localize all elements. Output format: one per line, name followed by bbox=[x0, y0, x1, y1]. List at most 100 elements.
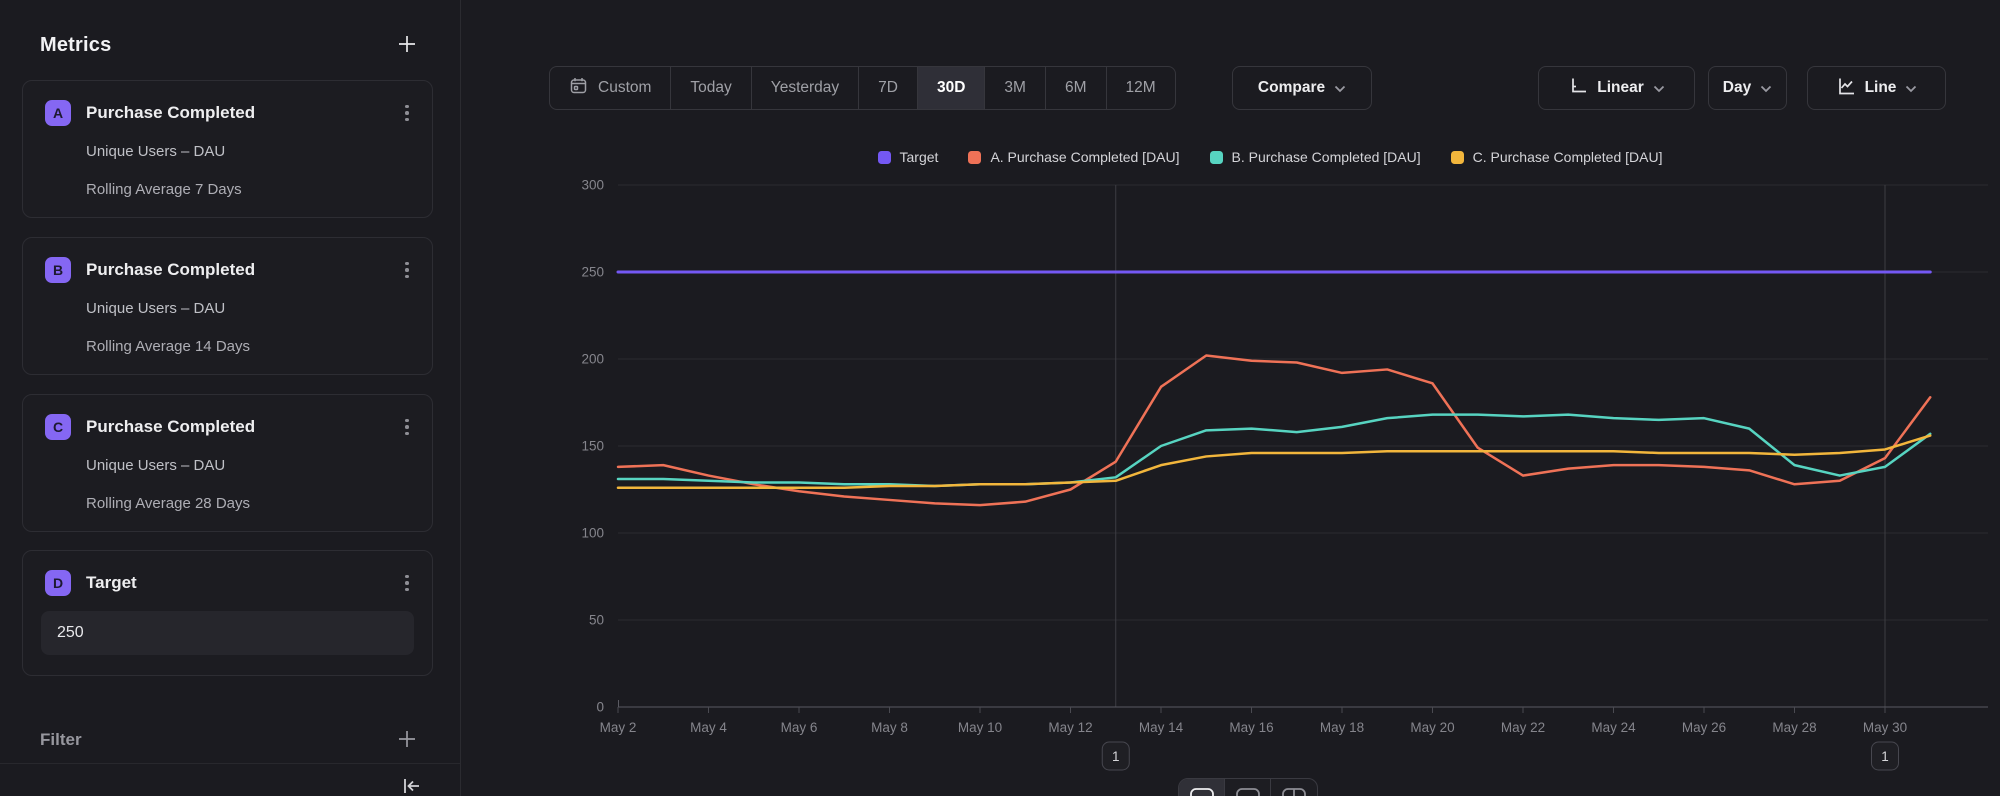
annotation-chip-label: 1 bbox=[1112, 749, 1120, 764]
range-custom[interactable]: Custom bbox=[550, 67, 671, 109]
x-axis-tick-label: May 8 bbox=[871, 720, 908, 735]
view-toggle-control bbox=[1178, 778, 1318, 796]
table-view-icon bbox=[1281, 787, 1307, 796]
chart-view-icon bbox=[1189, 787, 1215, 796]
collapse-sidebar-button[interactable] bbox=[398, 774, 424, 796]
x-axis-tick-label: May 26 bbox=[1682, 720, 1726, 735]
y-axis-tick-label: 250 bbox=[581, 265, 604, 280]
metric-transform: Rolling Average 28 Days bbox=[86, 495, 412, 512]
chart-view-button[interactable] bbox=[1179, 779, 1225, 796]
series-line-c[interactable] bbox=[618, 436, 1930, 488]
y-axis-tick-label: 150 bbox=[581, 439, 604, 454]
chart-and-table-view-icon bbox=[1235, 787, 1261, 796]
metric-measure: Unique Users – DAU bbox=[86, 300, 412, 317]
date-range-segmented-control: Custom Today Yesterday 7D 30D 3M 6M 12M bbox=[549, 66, 1176, 110]
scale-label: Linear bbox=[1597, 79, 1644, 97]
chart-type-label: Line bbox=[1865, 79, 1897, 97]
line-chart[interactable]: 050100150200250300May 2May 4May 6May 8Ma… bbox=[540, 120, 2000, 796]
x-axis-tick-label: May 16 bbox=[1229, 720, 1273, 735]
chevron-down-icon bbox=[1653, 80, 1665, 98]
metric-badge: D bbox=[45, 570, 71, 596]
metric-measure: Unique Users – DAU bbox=[86, 143, 412, 160]
x-axis-tick-label: May 30 bbox=[1863, 720, 1907, 735]
metric-card-a[interactable]: A Purchase Completed Unique Users – DAU … bbox=[22, 80, 433, 218]
kebab-menu-icon[interactable] bbox=[398, 415, 416, 439]
metric-measure: Unique Users – DAU bbox=[86, 457, 412, 474]
plus-icon bbox=[396, 33, 418, 58]
target-title: Target bbox=[86, 573, 398, 593]
range-label: 6M bbox=[1065, 79, 1087, 97]
linear-axis-icon bbox=[1568, 76, 1588, 101]
compare-dropdown[interactable]: Compare bbox=[1232, 66, 1372, 110]
x-axis-tick-label: May 10 bbox=[958, 720, 1002, 735]
x-axis-tick-label: May 20 bbox=[1410, 720, 1454, 735]
filter-title: Filter bbox=[40, 730, 82, 750]
plus-icon bbox=[396, 728, 418, 753]
target-card[interactable]: D Target bbox=[22, 550, 433, 676]
range-label: 7D bbox=[878, 79, 898, 97]
scale-dropdown[interactable]: Linear bbox=[1538, 66, 1695, 110]
filter-section: Filter bbox=[40, 726, 420, 754]
y-axis-tick-label: 100 bbox=[581, 526, 604, 541]
x-axis-tick-label: May 18 bbox=[1320, 720, 1364, 735]
range-today[interactable]: Today bbox=[671, 67, 751, 109]
table-view-button[interactable] bbox=[1271, 779, 1317, 796]
x-axis-tick-label: May 28 bbox=[1772, 720, 1816, 735]
target-value-input[interactable] bbox=[41, 611, 414, 655]
metric-badge: C bbox=[45, 414, 71, 440]
x-axis-tick-label: May 12 bbox=[1048, 720, 1092, 735]
metric-title: Purchase Completed bbox=[86, 260, 398, 280]
range-label: 12M bbox=[1126, 79, 1156, 97]
metric-card-header: B Purchase Completed bbox=[45, 256, 416, 284]
chart-and-table-view-button[interactable] bbox=[1225, 779, 1271, 796]
interval-dropdown[interactable]: Day bbox=[1708, 66, 1787, 110]
metric-transform: Rolling Average 7 Days bbox=[86, 181, 412, 198]
range-yesterday[interactable]: Yesterday bbox=[752, 67, 859, 109]
x-axis-tick-label: May 4 bbox=[690, 720, 727, 735]
compare-label: Compare bbox=[1258, 79, 1325, 97]
x-axis-tick-label: May 22 bbox=[1501, 720, 1545, 735]
metric-card-header: C Purchase Completed bbox=[45, 413, 416, 441]
add-filter-button[interactable] bbox=[394, 727, 420, 753]
range-30d[interactable]: 30D bbox=[918, 67, 985, 109]
range-6m[interactable]: 6M bbox=[1046, 67, 1107, 109]
metric-title: Purchase Completed bbox=[86, 103, 398, 123]
metrics-header: Metrics bbox=[40, 30, 420, 60]
add-metric-button[interactable] bbox=[394, 32, 420, 58]
range-12m[interactable]: 12M bbox=[1107, 67, 1175, 109]
analytics-dashboard: { "sidebar": { "metrics_title": "Metrics… bbox=[0, 0, 2000, 796]
y-axis-tick-label: 200 bbox=[581, 352, 604, 367]
metric-card-c[interactable]: C Purchase Completed Unique Users – DAU … bbox=[22, 394, 433, 532]
range-label: Yesterday bbox=[771, 79, 839, 97]
x-axis-tick-label: May 6 bbox=[781, 720, 818, 735]
y-axis-tick-label: 50 bbox=[589, 613, 604, 628]
x-axis-tick-label: May 24 bbox=[1591, 720, 1636, 735]
chevron-down-icon bbox=[1760, 80, 1772, 98]
range-label: 30D bbox=[937, 79, 965, 97]
series-line-b[interactable] bbox=[618, 415, 1930, 486]
sidebar-footer-divider bbox=[0, 763, 460, 764]
chart-type-dropdown[interactable]: Line bbox=[1807, 66, 1946, 110]
interval-label: Day bbox=[1723, 79, 1751, 97]
metric-badge: A bbox=[45, 100, 71, 126]
collapse-panel-icon bbox=[398, 773, 424, 796]
range-label: Custom bbox=[598, 79, 651, 97]
metric-card-header: A Purchase Completed bbox=[45, 99, 416, 127]
calendar-icon bbox=[569, 76, 588, 100]
annotation-chip-label: 1 bbox=[1881, 749, 1889, 764]
range-3m[interactable]: 3M bbox=[985, 67, 1046, 109]
metric-card-b[interactable]: B Purchase Completed Unique Users – DAU … bbox=[22, 237, 433, 375]
range-label: Today bbox=[690, 79, 731, 97]
kebab-menu-icon[interactable] bbox=[398, 258, 416, 282]
metric-transform: Rolling Average 14 Days bbox=[86, 338, 412, 355]
chevron-down-icon bbox=[1334, 80, 1346, 98]
metric-title: Purchase Completed bbox=[86, 417, 398, 437]
x-axis-tick-label: May 14 bbox=[1139, 720, 1184, 735]
kebab-menu-icon[interactable] bbox=[398, 101, 416, 125]
metrics-sidebar: Metrics A Purchase Completed Unique User… bbox=[0, 0, 461, 796]
line-chart-icon bbox=[1836, 76, 1856, 101]
range-label: 3M bbox=[1004, 79, 1026, 97]
y-axis-tick-label: 0 bbox=[596, 700, 604, 715]
range-7d[interactable]: 7D bbox=[859, 67, 918, 109]
kebab-menu-icon[interactable] bbox=[398, 571, 416, 595]
